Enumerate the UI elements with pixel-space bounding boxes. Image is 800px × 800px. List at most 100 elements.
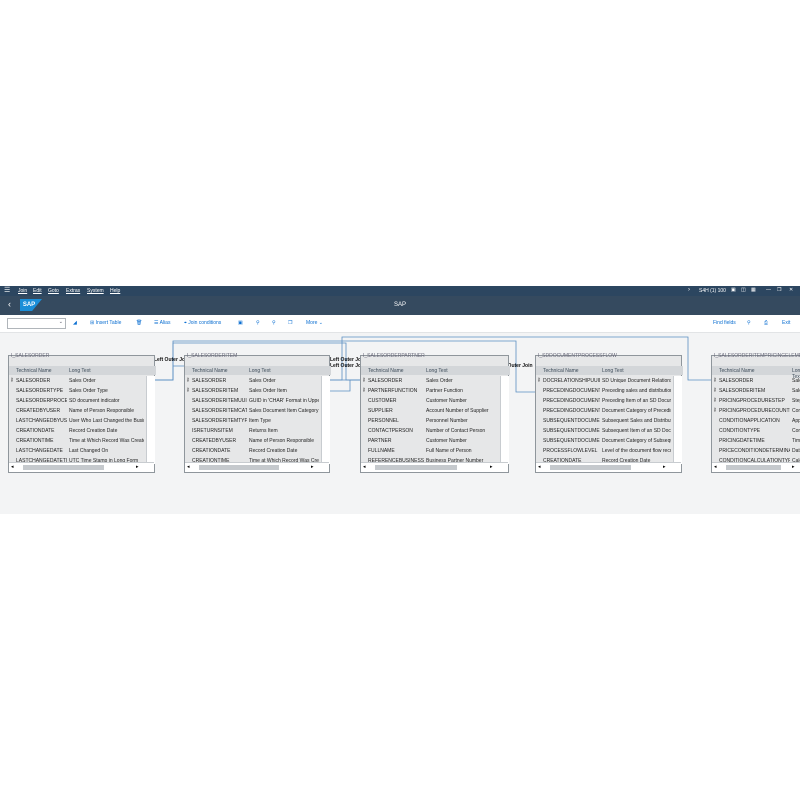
column-header-technical-name[interactable]: Technical Name (16, 368, 52, 374)
menu-join[interactable]: Join (18, 288, 27, 294)
scroll-left-icon[interactable]: ◂ (363, 464, 366, 470)
layout-icon[interactable]: ▦ (751, 287, 756, 293)
table-row[interactable]: CONDITIONTYPE Condition Type (712, 426, 800, 436)
table-row[interactable]: PRECEDINGDOCUMENTCATEGORYDocument Catego… (536, 406, 674, 416)
table-row[interactable]: ⚷SALESORDER Sales Order (361, 376, 501, 386)
table-row[interactable]: ⚷SALESORDERITEM Sales Order Item (185, 386, 322, 396)
table-row[interactable]: CONDITIONAPPLICATION Application (712, 416, 800, 426)
copy-icon[interactable]: ❐ (288, 320, 292, 326)
scroll-left-icon[interactable]: ◂ (187, 464, 190, 470)
table-row[interactable]: SUBSEQUENTDOCUMENTITEMSubsequent Item of… (536, 426, 674, 436)
table-row[interactable]: CREATEDBYUSER Name of Person Responsible (185, 436, 322, 446)
hamburger-icon[interactable]: ☰ (4, 286, 10, 294)
horizontal-scrollbar[interactable]: ◂ ▸ (9, 462, 154, 472)
horizontal-scrollbar[interactable]: ◂ ▸ (361, 462, 508, 472)
table-row[interactable]: PARTNER Customer Number (361, 436, 501, 446)
column-header-technical-name[interactable]: Technical Name (368, 368, 404, 374)
table-row[interactable]: PRECEDINGDOCUMENTITEMPreceding Item of a… (536, 396, 674, 406)
table-row[interactable]: CREATIONDATE Record Creation Date (9, 426, 147, 436)
table-row[interactable]: PRICECONDITIONDETERMINATIONDTEDate (712, 446, 800, 456)
table-row[interactable]: PERSONNEL Personnel Number (361, 416, 501, 426)
table-row[interactable]: LASTCHANGEDBYUSERUser Who Last Changed t… (9, 416, 147, 426)
table-row[interactable]: FULLNAME Full Name of Person (361, 446, 501, 456)
vertical-scrollbar[interactable] (321, 376, 330, 464)
find-fields-button[interactable]: Find fields (713, 320, 736, 326)
table-box[interactable]: I_SDDOCUMENTPROCESSFLOW Technical Name Lon… (535, 353, 683, 473)
join-conditions-button[interactable]: ⌖ Join conditions (184, 320, 221, 326)
fit-icon[interactable]: ▣ (238, 320, 243, 326)
menu-system[interactable]: System (87, 288, 104, 294)
table-row[interactable]: SALESORDERITEMCATEGORYSales Document Ite… (185, 406, 322, 416)
table-name[interactable]: I_SALESORDERITEMPRICINGELEMENT (714, 353, 800, 359)
column-header-long-text[interactable]: Long Text (249, 368, 271, 374)
column-header-long-text[interactable]: Long Text (426, 368, 448, 374)
delete-icon[interactable]: 🗑 (136, 320, 142, 326)
table-row[interactable]: ⚷PRICINGPROCEDURESTEP Step Number (712, 396, 800, 406)
hierarchy-icon[interactable]: ◢ (73, 320, 77, 326)
table-row[interactable]: ISRETURNSITEM Returns Item (185, 426, 322, 436)
table-box[interactable]: I_SALESORDERITEMPRICINGELEMENT Technical … (711, 353, 800, 473)
scroll-thumb[interactable] (23, 465, 104, 470)
table-row[interactable]: CREATIONDATE Record Creation Date (185, 446, 322, 456)
alias-button[interactable]: ☰ Alias (154, 320, 170, 326)
more-button[interactable]: More ⌄ (306, 320, 323, 326)
column-header-technical-name[interactable]: Technical Name (719, 368, 755, 374)
horizontal-scrollbar[interactable]: ◂ ▸ (536, 462, 681, 472)
table-name[interactable]: I_SDDOCUMENTPROCESSFLOW (538, 353, 617, 359)
table-box[interactable]: I_SALESORDERITEM Technical Name Long Text ⚷… (184, 353, 331, 473)
table-row[interactable]: PROCESSFLOWLEVEL Level of the document fl… (536, 446, 674, 456)
scroll-right-icon[interactable]: ▸ (663, 464, 666, 470)
table-row[interactable]: ⚷SALESORDER Sales Order (9, 376, 147, 386)
table-box[interactable]: I_SALESORDERPARTNER Technical Name Long Te… (360, 353, 510, 473)
scroll-right-icon[interactable]: ▸ (311, 464, 314, 470)
table-name[interactable]: I_SALESORDER (11, 353, 49, 359)
scroll-right-icon[interactable]: ▸ (490, 464, 493, 470)
zoom-out-icon[interactable]: ⚲ (272, 320, 276, 326)
scroll-left-icon[interactable]: ◂ (11, 464, 14, 470)
table-row[interactable]: SUBSEQUENTDOCUMENTCATEGORYDocument Categ… (536, 436, 674, 446)
scroll-thumb[interactable] (726, 465, 781, 470)
table-row[interactable]: ⚷ PARTNERFUNCTION Partner Function (361, 386, 501, 396)
scroll-right-icon[interactable]: ▸ (136, 464, 139, 470)
table-row[interactable]: ⚷SALESORDER Sales Order (712, 376, 800, 386)
table-row[interactable]: SUPPLIER Account Number of Supplier (361, 406, 501, 416)
menu-edit[interactable]: Edit (33, 288, 42, 294)
table-box[interactable]: I_SALESORDER Technical Name Long Text ⚷ SALE… (8, 353, 156, 473)
close-icon[interactable]: ✕ (789, 287, 793, 293)
table-row[interactable]: PRECEDINGDOCUMENT Preceding sales and dis… (536, 386, 674, 396)
table-row[interactable]: LASTCHANGEDATE Last Changed On (9, 446, 147, 456)
menu-goto[interactable]: Goto (48, 288, 59, 294)
column-header-technical-name[interactable]: Technical Name (543, 368, 579, 374)
exit-button[interactable]: Exit (782, 320, 790, 326)
scroll-thumb[interactable] (550, 465, 631, 470)
print-icon[interactable]: ⎙ (764, 320, 768, 326)
table-name[interactable]: I_SALESORDERPARTNER (363, 353, 425, 359)
horizontal-scrollbar[interactable]: ◂ ▸ (185, 462, 329, 472)
table-row[interactable]: SUBSEQUENTDOCUMENTSubsequent Sales and D… (536, 416, 674, 426)
chevron-right-icon[interactable]: › (688, 287, 690, 293)
vertical-scrollbar[interactable] (500, 376, 509, 464)
table-selector-combo[interactable]: ⌄ (7, 318, 66, 329)
table-row[interactable]: ⚷SALESORDER Sales Order (185, 376, 322, 386)
column-header-long-text[interactable]: Long Text (602, 368, 624, 374)
table-row[interactable]: PRICINGDATETIME Timestamp (712, 436, 800, 446)
table-row[interactable]: CREATEDBYUSER Name of Person Responsible (9, 406, 147, 416)
scroll-thumb[interactable] (375, 465, 457, 470)
join-canvas[interactable]: Left Outer Join Left Outer Join Left Out… (0, 333, 800, 514)
screen-icon[interactable]: ▣ (731, 287, 736, 293)
scroll-left-icon[interactable]: ◂ (714, 464, 717, 470)
restore-icon[interactable]: ❐ (777, 287, 781, 293)
column-header-technical-name[interactable]: Technical Name (192, 368, 228, 374)
zoom-in-icon[interactable]: ⚲ (256, 320, 260, 326)
menu-help[interactable]: Help (110, 288, 120, 294)
table-row[interactable]: CONTACTPERSON Number of Contact Person (361, 426, 501, 436)
table-row[interactable]: SALESORDERITEMUUID GUID in 'CHAR' Format … (185, 396, 322, 406)
table-row[interactable]: SALESORDERTYPE Sales Order Type (9, 386, 147, 396)
table-row[interactable]: SALESORDERITEMTYPE Item Type (185, 416, 322, 426)
table-row[interactable]: ⚷PRICINGPROCEDURECOUNTERCondition Counte… (712, 406, 800, 416)
new-window-icon[interactable]: ◫ (741, 287, 746, 293)
minimize-icon[interactable]: — (766, 287, 771, 293)
insert-table-button[interactable]: ⊞ Insert Table (90, 320, 121, 326)
table-name[interactable]: I_SALESORDERITEM (187, 353, 237, 359)
column-header-long-text[interactable]: Long Text (69, 368, 91, 374)
